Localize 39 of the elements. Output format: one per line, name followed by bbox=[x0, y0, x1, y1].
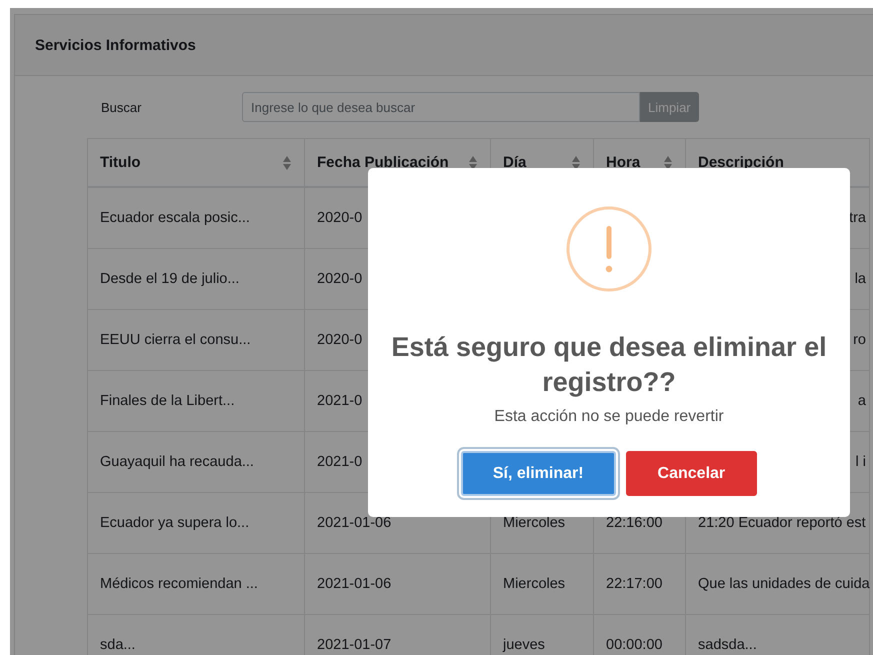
table-cell: 22:16:00 bbox=[606, 515, 662, 531]
table-cell: Guayaquil ha recauda... bbox=[100, 454, 254, 470]
dialog-title: Está seguro que desea eliminar el registro?? bbox=[390, 331, 828, 400]
table-cell: sda... bbox=[100, 637, 136, 653]
search-label: Buscar bbox=[100, 100, 142, 114]
table-cell: Ecuador ya supera lo... bbox=[100, 515, 250, 531]
table-cell: Desde el 19 de julio... bbox=[100, 271, 240, 287]
table-cell: ro bbox=[853, 332, 866, 348]
table-cell: EEUU cierra el consu... bbox=[100, 332, 251, 348]
table-cell: 2020-0 bbox=[317, 332, 362, 348]
table-cell: 00:00:00 bbox=[606, 637, 662, 653]
table-cell: 21:20 Ecuador reportó est bbox=[698, 515, 866, 531]
dialog-text: Esta acción no se puede revertir bbox=[494, 408, 724, 426]
table-cell: l i bbox=[856, 454, 866, 470]
table-cell: sadsda... bbox=[698, 637, 757, 653]
table-cell: 2020-0 bbox=[317, 210, 362, 226]
table-cell: 2021-0 bbox=[317, 393, 362, 409]
table-cell: 2021-01-07 bbox=[317, 637, 392, 653]
confirm-button[interactable]: Sí, eliminar! bbox=[460, 451, 616, 496]
table-cell: 2021-01-06 bbox=[317, 576, 392, 592]
table-cell: Miercoles bbox=[503, 576, 566, 592]
warning-icon bbox=[566, 206, 652, 292]
table-cell: la bbox=[854, 271, 866, 287]
table-cell: 2020-0 bbox=[317, 271, 362, 287]
column-header[interactable]: Titulo bbox=[88, 138, 304, 187]
table-cell: Que las unidades de cuida bbox=[698, 576, 870, 592]
card-title: Servicios Informativos bbox=[35, 36, 196, 54]
table-cell: tra bbox=[849, 210, 866, 226]
cancel-button[interactable]: Cancelar bbox=[626, 451, 758, 496]
table-cell: 2021-0 bbox=[317, 454, 362, 470]
table-cell: a bbox=[858, 393, 866, 409]
table-cell: Ecuador escala posic... bbox=[100, 210, 250, 226]
table-cell: Miercoles bbox=[503, 515, 566, 531]
search-field[interactable]: Ingrese lo que desea buscar bbox=[242, 92, 640, 122]
table-cell: Médicos recomiendan ... bbox=[100, 576, 258, 592]
table-cell: jueves bbox=[503, 637, 545, 653]
table-cell: 22:17:00 bbox=[606, 576, 662, 592]
table-cell: Finales de la Libert... bbox=[100, 393, 235, 409]
table-cell: 2021-01-06 bbox=[317, 515, 392, 531]
